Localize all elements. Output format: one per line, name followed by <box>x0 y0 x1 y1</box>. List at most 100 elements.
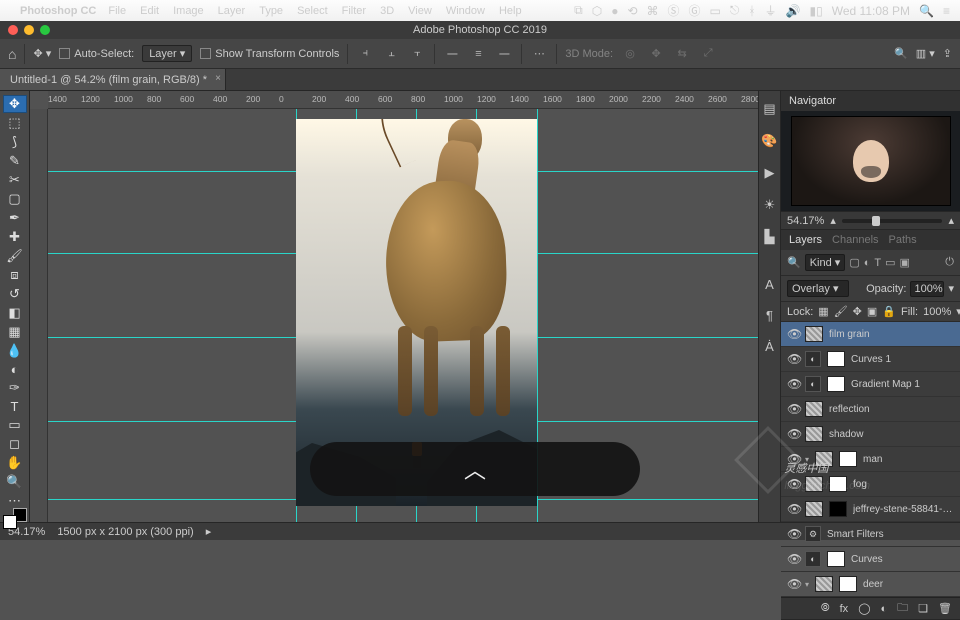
layer-row[interactable]: 👁reflection <box>781 397 960 422</box>
layer-mask-thumb[interactable] <box>839 576 857 592</box>
new-layer-icon[interactable]: ❏ <box>918 602 928 615</box>
lock-transparent-icon[interactable]: ▦ <box>818 305 828 318</box>
ruler-horizontal[interactable]: 1400120010008006004002000200400600800100… <box>48 91 758 109</box>
status-flyout-icon[interactable]: ▸ <box>206 525 212 538</box>
menu-select[interactable]: Select <box>297 5 328 17</box>
glyphs-panel-icon[interactable]: Ȧ <box>765 339 774 354</box>
menu-3d[interactable]: 3D <box>380 5 394 17</box>
navigator-preview[interactable] <box>781 111 960 211</box>
add-mask-icon[interactable]: ◯ <box>858 602 870 615</box>
tool-pen[interactable]: ✑ <box>3 379 27 397</box>
filter-smart-icon[interactable]: ▣ <box>900 256 910 269</box>
filter-kind-icon[interactable]: 🔍 <box>787 256 801 269</box>
histogram-panel-icon[interactable]: ▙ <box>765 229 775 245</box>
layer-row[interactable]: 👁◐Curves <box>781 547 960 572</box>
layers-tab[interactable]: Layers <box>789 234 822 246</box>
tool-brush[interactable]: 🖌 <box>3 247 27 265</box>
align-bottom-icon[interactable]: ㆒ <box>495 45 513 63</box>
layer-fx-icon[interactable]: fx <box>840 603 849 615</box>
paragraph-panel-icon[interactable]: ¶ <box>766 308 773 323</box>
layer-row[interactable]: 👁fog <box>781 472 960 497</box>
app-menu[interactable]: Photoshop CC <box>20 5 96 17</box>
share-icon[interactable]: ⇪ <box>943 47 952 60</box>
ruler-vertical[interactable] <box>30 109 48 522</box>
layer-name[interactable]: Gradient Map 1 <box>851 379 954 390</box>
layer-visibility-icon[interactable]: 👁 <box>787 402 799 416</box>
layer-mask-thumb[interactable] <box>827 376 845 392</box>
tool-crop[interactable]: ✂ <box>3 171 27 189</box>
layer-thumb[interactable] <box>805 426 823 442</box>
lock-position-icon[interactable]: ✥ <box>853 305 862 318</box>
layer-name[interactable]: man <box>863 454 954 465</box>
filter-adjust-icon[interactable]: ◐ <box>864 257 871 269</box>
channels-tab[interactable]: Channels <box>832 234 878 246</box>
menu-edit[interactable]: Edit <box>140 5 159 17</box>
tool-quick-select[interactable]: ✎ <box>3 152 27 170</box>
tool-hand[interactable]: ✋ <box>3 454 27 472</box>
layer-row[interactable]: 👁jeffrey-stene-58841-unsplash <box>781 497 960 522</box>
layer-visibility-icon[interactable]: 👁 <box>787 502 799 516</box>
document-tab[interactable]: Untitled-1 @ 54.2% (film grain, RGB/8) *… <box>0 69 226 90</box>
lock-artboard-icon[interactable]: ▣ <box>867 305 877 318</box>
status-docinfo[interactable]: 1500 px x 2100 px (300 ppi) <box>57 526 193 538</box>
auto-select-select[interactable]: Layer ▾ <box>142 45 192 62</box>
layer-name[interactable]: Smart Filters <box>827 529 954 540</box>
tool-frame[interactable]: ▢ <box>3 190 27 208</box>
menu-view[interactable]: View <box>408 5 432 17</box>
layer-row[interactable]: 👁⚙Smart Filters <box>781 522 960 547</box>
character-panel-icon[interactable]: A <box>765 277 774 292</box>
layer-visibility-icon[interactable]: 👁 <box>787 477 799 491</box>
layer-thumb[interactable] <box>805 401 823 417</box>
search-icon[interactable]: 🔍 <box>894 47 908 60</box>
layer-name[interactable]: film grain <box>829 329 954 340</box>
new-adjustment-icon[interactable]: ◐ <box>881 603 888 615</box>
layer-visibility-icon[interactable]: 👁 <box>787 327 799 341</box>
menu-image[interactable]: Image <box>173 5 204 17</box>
paths-tab[interactable]: Paths <box>889 234 917 246</box>
lock-pixels-icon[interactable]: 🖌 <box>834 305 848 318</box>
layer-mask-thumb[interactable] <box>839 451 857 467</box>
layer-list[interactable]: 👁 film grain 👁◐Curves 1👁◐Gradient Map 1👁re… <box>781 322 960 597</box>
layer-thumb[interactable] <box>805 326 823 342</box>
layer-name[interactable]: Curves 1 <box>851 354 954 365</box>
auto-select-checkbox[interactable] <box>59 48 70 59</box>
color-swatches[interactable] <box>3 515 27 522</box>
layer-row[interactable]: 👁◐Curves 1 <box>781 347 960 372</box>
actions-panel-icon[interactable]: ▶ <box>765 165 775 181</box>
navigator-zoom-readout[interactable]: 54.17% <box>787 215 824 227</box>
layer-row[interactable]: 👁 film grain <box>781 322 960 347</box>
menu-file[interactable]: File <box>108 5 126 17</box>
layer-name[interactable]: shadow <box>829 429 954 440</box>
layer-mask-thumb[interactable] <box>829 501 847 517</box>
tool-history-brush[interactable]: ↺ <box>3 285 27 303</box>
window-close-button[interactable] <box>8 25 18 35</box>
navigator-zoom-slider[interactable] <box>842 219 943 223</box>
close-tab-icon[interactable]: × <box>215 73 221 84</box>
layer-disclosure-icon[interactable]: ▾ <box>805 580 809 589</box>
navigator-zoom-in-icon[interactable]: ▴ <box>948 214 954 227</box>
window-zoom-button[interactable] <box>40 25 50 35</box>
layer-row[interactable]: 👁▾deer <box>781 572 960 597</box>
layer-disclosure-icon[interactable]: ▾ <box>805 455 809 464</box>
opacity-field[interactable]: 100% <box>910 281 944 297</box>
tool-dodge[interactable]: ◐ <box>3 361 27 378</box>
layer-visibility-icon[interactable]: 👁 <box>787 377 799 391</box>
tool-healing[interactable]: ✚ <box>3 228 27 246</box>
layer-visibility-icon[interactable]: 👁 <box>787 527 799 541</box>
overlay-control-pill[interactable]: ︿ <box>310 442 640 496</box>
tool-lasso[interactable]: ⟆ <box>3 133 27 151</box>
show-transform-checkbox[interactable] <box>200 48 211 59</box>
layer-filter-select[interactable]: Kind ▾ <box>805 254 846 271</box>
window-minimize-button[interactable] <box>24 25 34 35</box>
align-middle-icon[interactable]: ≡ <box>469 45 487 63</box>
tool-type[interactable]: T <box>3 398 27 415</box>
menu-help[interactable]: Help <box>499 5 522 17</box>
layer-visibility-icon[interactable]: 👁 <box>787 352 799 366</box>
tool-path-select[interactable]: ▭ <box>3 416 27 434</box>
layer-mask-thumb[interactable] <box>827 351 845 367</box>
color-panel-icon[interactable]: 🎨 <box>761 133 777 149</box>
layer-row[interactable]: 👁◐Gradient Map 1 <box>781 372 960 397</box>
layer-row[interactable]: 👁▾man <box>781 447 960 472</box>
tool-move[interactable]: ✥ <box>3 95 27 113</box>
spotlight-icon[interactable]: 🔍 <box>919 4 934 18</box>
